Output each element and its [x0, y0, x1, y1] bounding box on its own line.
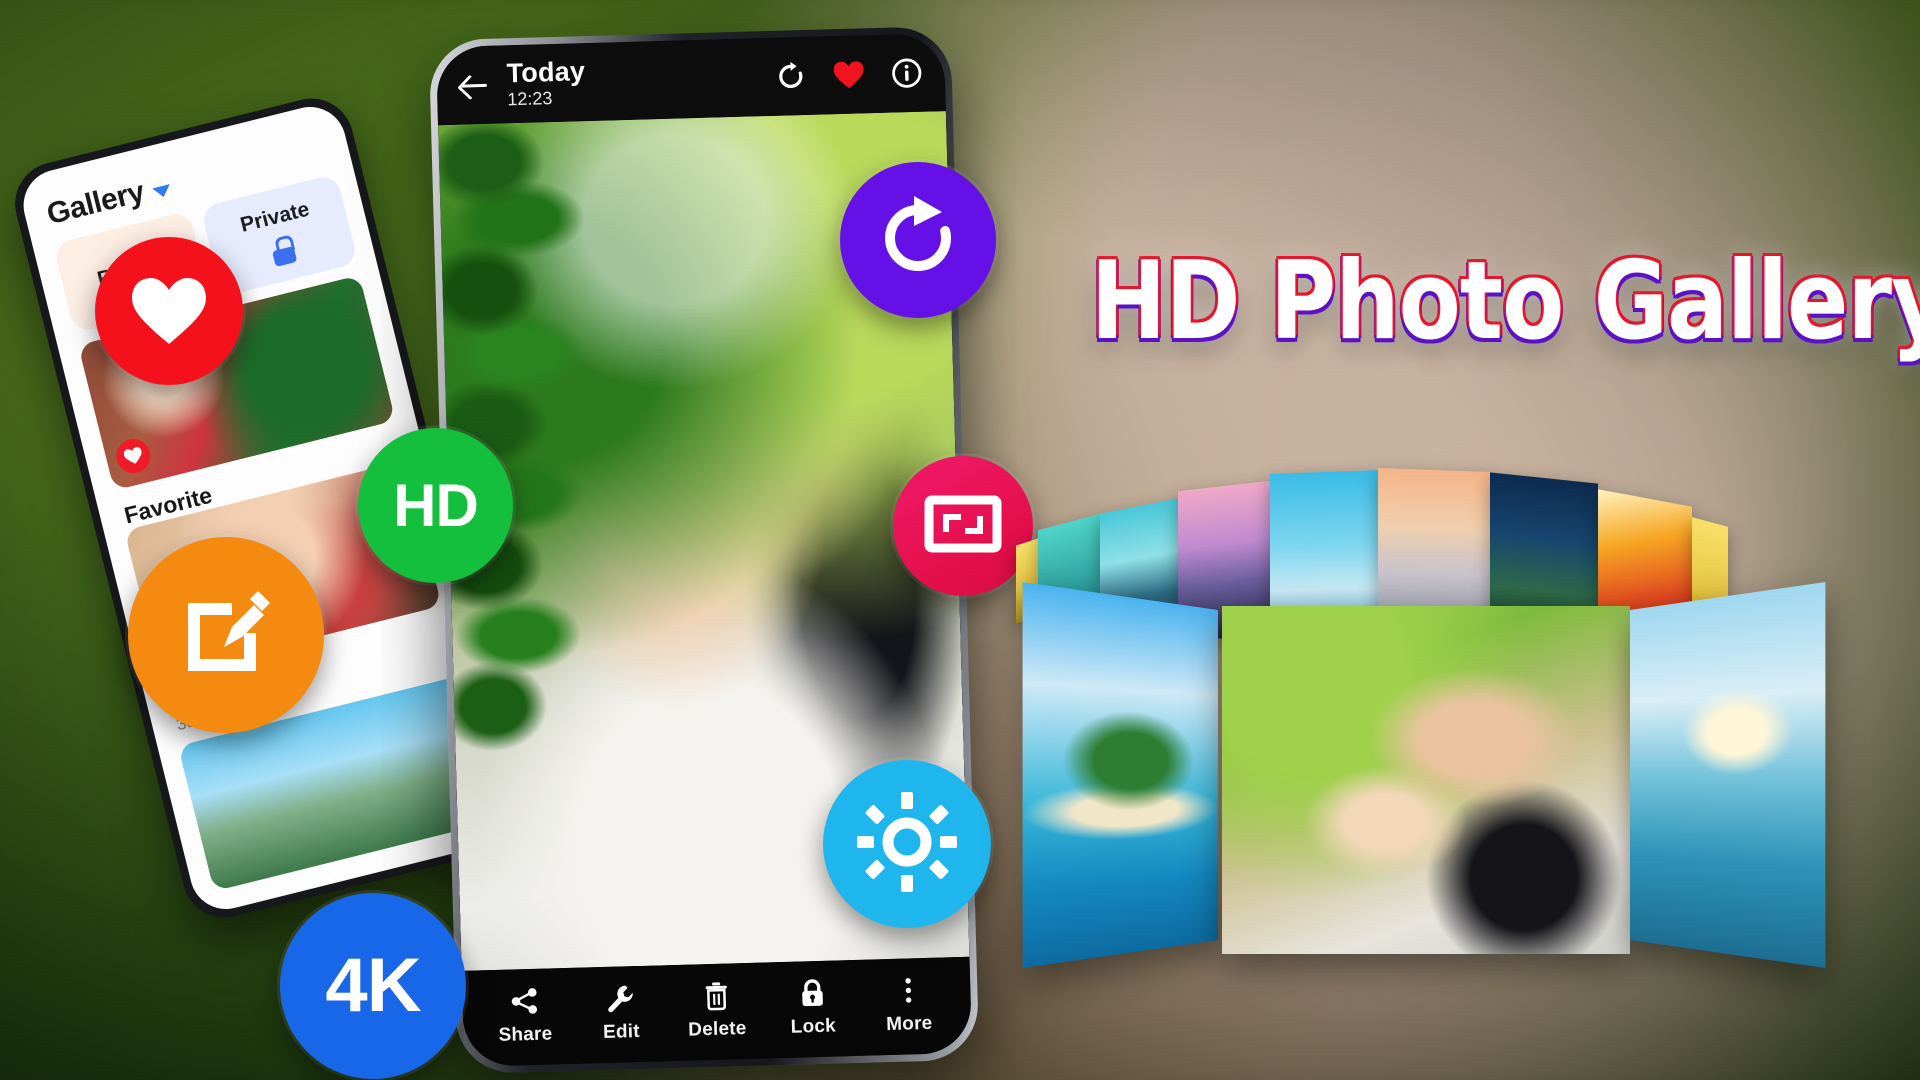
rotate-right-icon[interactable] — [774, 60, 807, 93]
toolbar-share[interactable]: Share — [480, 983, 570, 1046]
toolbar-more-label: More — [885, 1012, 933, 1035]
back-arrow-icon[interactable] — [459, 70, 490, 101]
wrench-icon — [605, 982, 636, 1015]
page-title: Today — [506, 56, 586, 89]
heart-icon — [132, 278, 206, 344]
toolbar-delete-label: Delete — [687, 1017, 747, 1041]
heart-icon[interactable] — [833, 61, 864, 89]
feature-badge-edit[interactable] — [128, 537, 324, 733]
lock-icon — [267, 234, 299, 267]
brightness-icon — [855, 790, 959, 899]
bottom-toolbar: Share Edit Delete Lock More — [461, 956, 973, 1067]
toolbar-delete[interactable]: Delete — [672, 978, 762, 1041]
carousel-tile-island[interactable] — [1022, 582, 1218, 968]
resize-crop-icon — [923, 484, 1003, 569]
photo-time: 12:23 — [507, 87, 553, 110]
toolbar-lock[interactable]: Lock — [768, 975, 858, 1038]
chevron-down-icon[interactable] — [152, 184, 173, 200]
feature-badge-brightness[interactable] — [823, 760, 991, 928]
toolbar-share-label: Share — [498, 1022, 553, 1046]
info-circle-icon[interactable] — [890, 57, 923, 90]
app-bar-actions — [774, 57, 923, 93]
feature-badge-rotate[interactable] — [840, 162, 996, 318]
trash-icon — [701, 979, 732, 1012]
lock-icon — [797, 976, 828, 1009]
page-title-headline: HD Photo Gallery — [1090, 239, 1920, 364]
photo-carousel-3d[interactable] — [1010, 450, 1900, 968]
app-bar: Today 12:23 — [435, 33, 946, 126]
carousel-tile-couple[interactable] — [1222, 606, 1630, 954]
feature-badge-favorite[interactable] — [95, 237, 243, 385]
feature-badge-hd-label: HD — [393, 471, 479, 539]
rotate-right-icon — [870, 190, 966, 291]
feature-badge-hd[interactable]: HD — [358, 428, 513, 583]
feature-badge-4k-label: 4K — [325, 943, 421, 1028]
carousel-tile-beach[interactable] — [1630, 582, 1826, 968]
share-icon — [509, 984, 540, 1017]
chip-private-label: Private — [238, 197, 312, 237]
app-bar-titles: Today 12:23 — [506, 56, 586, 110]
toolbar-more[interactable]: More — [864, 973, 954, 1036]
more-vertical-icon — [893, 974, 924, 1007]
promo-banner: Gallery Recent Private Favo — [0, 0, 1920, 1080]
feature-badge-4k[interactable]: 4K — [228, 841, 518, 1080]
edit-square-icon — [174, 581, 278, 690]
toolbar-edit-label: Edit — [602, 1020, 641, 1043]
carousel-bottom-row — [1010, 582, 1900, 968]
toolbar-edit[interactable]: Edit — [576, 981, 666, 1044]
toolbar-lock-label: Lock — [790, 1015, 837, 1038]
